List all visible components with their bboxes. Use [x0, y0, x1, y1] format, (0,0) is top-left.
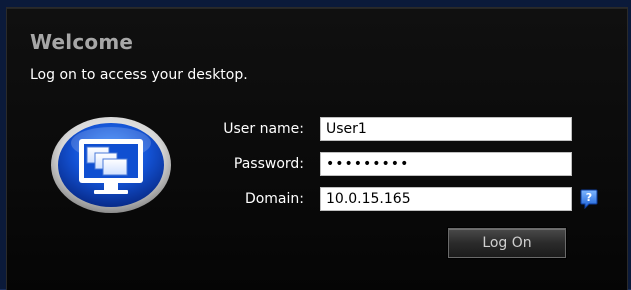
username-input[interactable] — [320, 117, 572, 141]
window-frame: Welcome Log on to access your desktop. U… — [0, 0, 631, 290]
help-question-icon[interactable]: ? — [580, 189, 598, 209]
log-on-button[interactable]: Log On — [448, 228, 566, 258]
username-label: User name: — [223, 121, 304, 137]
svg-text:?: ? — [586, 191, 592, 204]
logon-instructions: Log on to access your desktop. — [30, 67, 248, 83]
remote-desktop-monitor-icon — [49, 115, 173, 215]
domain-input[interactable] — [320, 187, 572, 211]
domain-label: Domain: — [244, 191, 304, 207]
password-label: Password: — [233, 156, 304, 172]
password-input[interactable] — [320, 152, 572, 176]
welcome-title: Welcome — [30, 30, 134, 54]
